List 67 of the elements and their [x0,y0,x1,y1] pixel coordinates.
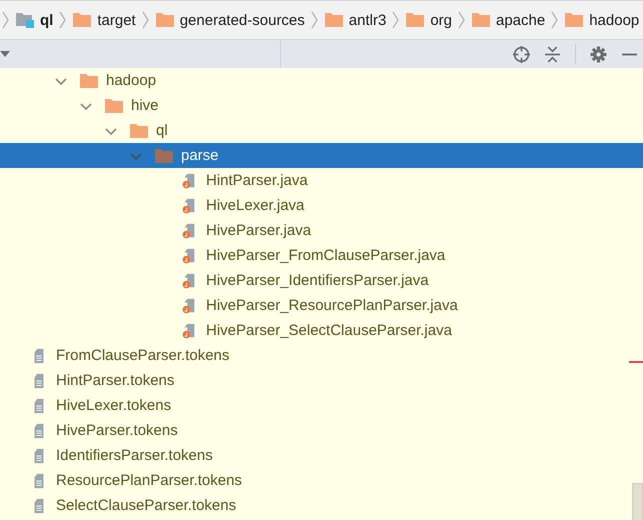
folder-icon [472,12,490,28]
chevron-icon [392,10,400,30]
tree-item-label: HiveLexer.java [206,197,304,214]
tree-row[interactable]: ResourcePlanParser.tokens [0,468,248,493]
tree-item-label: HiveParser_ResourcePlanParser.java [206,297,458,314]
tree-row[interactable]: HiveLexer.java [0,193,310,218]
folder-icon [130,122,148,138]
chevron-icon [310,10,319,30]
error-stripe-mark [629,361,643,363]
breadcrumb-item[interactable]: org [406,12,452,28]
tree-item-label: HiveParser.java [206,222,312,239]
tree-row[interactable]: HiveParser_IdentifiersParser.java [0,268,435,293]
folder-icon [565,12,584,28]
tree-item-label: HiveParser_FromClauseParser.java [206,247,446,264]
chevron-icon [2,10,10,30]
tree-row[interactable]: HiveParser.tokens [0,418,184,443]
folder-icon [155,148,173,164]
tree-item-label: hadoop [106,72,156,89]
settings-icon[interactable] [590,46,607,62]
tree-row[interactable]: HiveParser_SelectClauseParser.java [0,318,458,343]
tree-row[interactable]: FromClauseParser.tokens [0,343,236,368]
tree-row[interactable]: hive [0,93,165,118]
tree-row[interactable]: HiveLexer.tokens [0,393,178,418]
tree-item-label: parse [181,147,219,164]
scrollbar-thumb[interactable] [632,483,643,520]
collapse-icon[interactable] [544,46,561,62]
tree-row[interactable]: HintParser.tokens [0,368,180,393]
tree-row[interactable]: HiveParser.java [0,218,318,243]
tree-row[interactable]: parse [0,143,643,168]
tree-row[interactable]: hadoop [0,68,162,93]
tree-item-label: SelectClauseParser.tokens [56,497,236,514]
tree-item-label: FromClauseParser.tokens [56,347,230,364]
breadcrumb-item[interactable]: target [73,12,136,28]
tree-row[interactable]: HiveParser_ResourcePlanParser.java [0,293,464,318]
tree-item-label: HiveLexer.tokens [56,397,172,414]
tree-item-label: HiveParser_IdentifiersParser.java [206,272,429,289]
breadcrumb-item[interactable]: antlr3 [324,12,386,28]
tree-item-label: HintParser.tokens [56,372,174,389]
folder-icon [324,12,343,28]
chevron-icon [59,10,68,30]
breadcrumb-item[interactable]: generated-sources [156,12,305,28]
tree-item-label: HiveParser.tokens [56,422,178,439]
chevron-icon [142,10,150,30]
tree-item-label: ResourcePlanParser.tokens [56,472,242,489]
breadcrumb-item[interactable]: hadoop [565,12,640,28]
breadcrumb-item[interactable]: apache [472,12,546,28]
folder-icon [73,12,92,28]
tree-item-label: hive [131,97,159,114]
tree-item-label: IdentifiersParser.tokens [56,447,213,464]
folder-icon [156,12,174,28]
tree-row[interactable]: IdentifiersParser.tokens [0,443,219,468]
chevron-icon [551,10,560,30]
tree-item-label: HiveParser_SelectClauseParser.java [206,322,452,339]
tree-row[interactable]: SelectClauseParser.tokens [0,493,242,518]
caret-icon[interactable] [0,51,10,57]
breadcrumb-item[interactable]: ql [16,12,54,28]
folder-icon [406,12,424,28]
tree-row[interactable]: HiveParser_FromClauseParser.java [0,243,452,268]
tree-item-label: HintParser.java [206,172,308,189]
tree-row[interactable]: HintParser.java [0,168,314,193]
folder-icon [80,72,98,88]
folder-icon [105,98,123,114]
locate-icon[interactable] [513,46,530,62]
tree-item-label: ql [156,122,168,139]
module-folder-icon [16,12,34,28]
chevron-icon [458,10,466,30]
tree-row[interactable]: ql [0,118,174,143]
